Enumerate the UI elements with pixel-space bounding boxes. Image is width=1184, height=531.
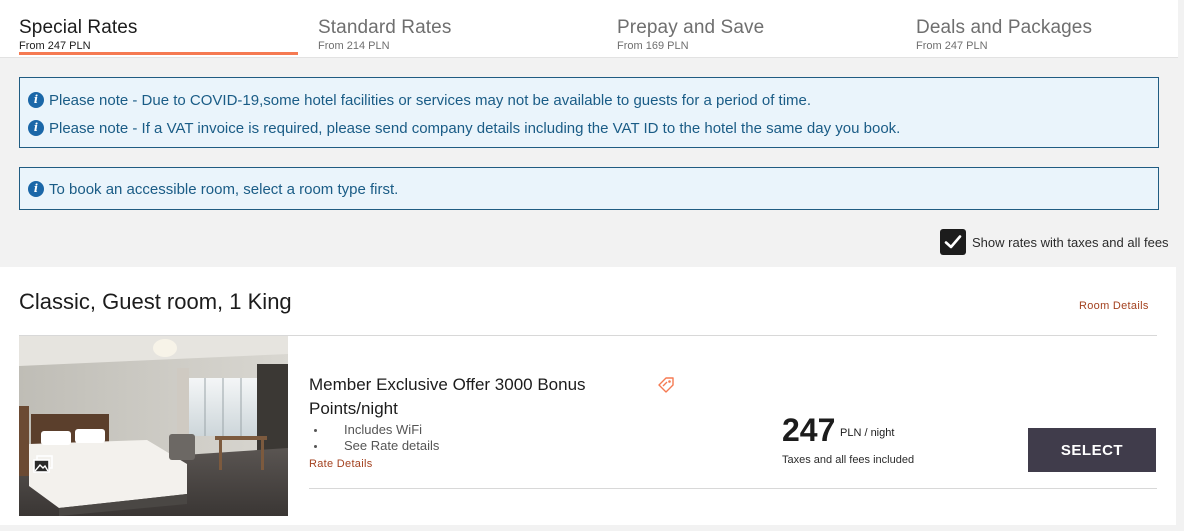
price-unit: PLN / night [840,427,895,439]
room-title: Classic, Guest room, 1 King [19,289,292,314]
show-taxes-checkbox[interactable] [940,229,966,255]
active-tab-indicator [19,52,298,55]
photo-gallery-icon[interactable] [32,453,54,475]
room-details-link[interactable]: Room Details [1079,300,1149,312]
divider [309,488,1157,489]
tab-prepay-and-save[interactable]: Prepay and Save From 169 PLN [598,0,897,57]
accessible-notice: i To book an accessible room, select a r… [28,179,398,199]
covid-notice-text: Please note - Due to COVID-19,some hotel… [49,91,812,109]
tab-label: Special Rates [19,17,138,38]
amenities-list: Includes WiFi See Rate details [309,422,439,454]
vat-notice-text: Please note - If a VAT invoice is requir… [49,119,901,137]
tab-from-price: From 247 PLN [916,40,988,52]
tab-standard-rates[interactable]: Standard Rates From 214 PLN [299,0,598,57]
rate-tabs: Special Rates From 247 PLN Standard Rate… [0,0,1178,58]
select-button[interactable]: SELECT [1028,428,1156,472]
list-item: See Rate details [309,438,439,454]
tab-from-price: From 247 PLN [19,40,91,52]
show-taxes-toggle[interactable]: Show rates with taxes and all fees [940,229,1169,255]
tab-special-rates[interactable]: Special Rates From 247 PLN [0,0,299,57]
check-icon [944,235,962,249]
price-note: Taxes and all fees included [782,454,915,466]
price-amount: 247 [782,412,836,448]
covid-notice: i Please note - Due to COVID-19,some hot… [28,90,811,110]
tab-label: Prepay and Save [617,17,765,38]
tab-from-price: From 169 PLN [617,40,689,52]
accessible-room-notice: i To book an accessible room, select a r… [19,167,1159,210]
room-photo[interactable] [19,336,288,516]
room-card: Classic, Guest room, 1 King Room Details [0,267,1176,525]
show-taxes-label: Show rates with taxes and all fees [972,234,1169,250]
vat-notice: i Please note - If a VAT invoice is requ… [28,118,900,138]
tab-label: Standard Rates [318,17,452,38]
offer-title: Member Exclusive Offer 3000 Bonus Points… [309,375,586,418]
info-icon: i [28,181,44,197]
tab-label: Deals and Packages [916,17,1093,38]
tag-icon [658,377,674,393]
hotel-notice-box: i Please note - Due to COVID-19,some hot… [19,77,1159,148]
rate-details-link[interactable]: Rate Details [309,458,373,470]
info-icon: i [28,92,44,108]
tab-deals-and-packages[interactable]: Deals and Packages From 247 PLN [897,0,1178,57]
info-icon: i [28,120,44,136]
room-photo-image [19,336,288,516]
accessible-notice-text: To book an accessible room, select a roo… [49,180,399,198]
tab-from-price: From 214 PLN [318,40,390,52]
list-item: Includes WiFi [309,422,439,438]
